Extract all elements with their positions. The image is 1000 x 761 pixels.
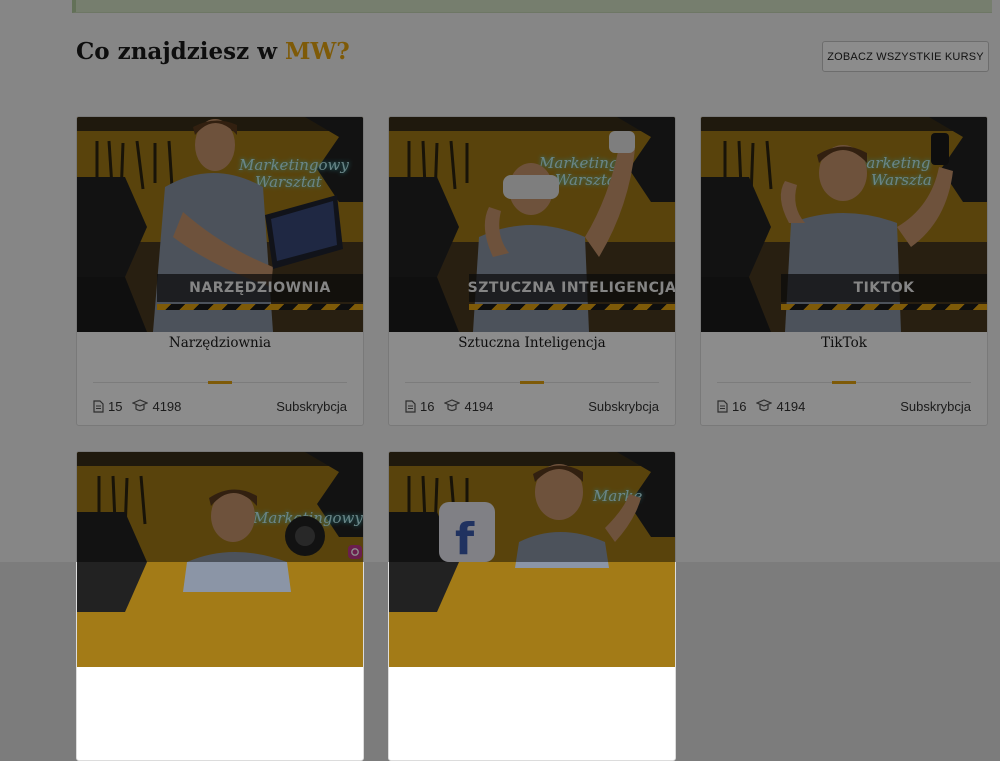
section-heading: Co znajdziesz w MW? xyxy=(76,38,350,65)
graduation-cap-icon xyxy=(132,399,149,412)
course-thumbnail[interactable]: Marketing Warsztat SZTUCZNA INTELIGENCJA xyxy=(389,117,675,332)
students-value: 4198 xyxy=(152,398,182,414)
course-card-tiktok[interactable]: MarketingWarszta TIKTOK TikTok 16 4194 xyxy=(700,116,988,426)
course-thumbnail[interactable]: Marketingowy xyxy=(77,452,363,667)
lessons-count: 16 xyxy=(405,399,434,414)
students-count: 4194 xyxy=(756,399,805,414)
svg-text:f: f xyxy=(455,514,475,565)
laptop-image xyxy=(265,195,343,269)
hazard-stripe xyxy=(157,304,363,310)
lessons-value: 15 xyxy=(108,398,123,414)
course-thumbnail[interactable]: Marketing Warszta TIKTOK xyxy=(701,117,987,332)
access-label: Subskrybcja xyxy=(900,398,971,414)
heading-text: Co znajdziesz w xyxy=(76,38,285,65)
course-card-4[interactable]: Marketingowy xyxy=(76,451,364,761)
students-count: 4198 xyxy=(132,399,181,414)
access-label: Subskrybcja xyxy=(588,398,659,414)
course-meta: 16 4194 Subskrybcja xyxy=(405,397,659,415)
all-courses-button[interactable]: ZOBACZ WSZYSTKIE KURSY xyxy=(822,41,989,72)
lessons-value: 16 xyxy=(420,398,435,414)
document-icon xyxy=(405,399,416,413)
course-thumbnail[interactable]: Marke f xyxy=(389,452,675,667)
course-banner: TIKTOK xyxy=(781,274,987,302)
presenter-photo: f xyxy=(439,464,641,568)
lessons-count: 15 xyxy=(93,399,122,414)
hazard-stripe xyxy=(469,304,675,310)
course-card-sztuczna-inteligencja[interactable]: Marketing Warsztat SZTUCZNA INTELIGENCJA … xyxy=(388,116,676,426)
document-icon xyxy=(93,399,104,413)
course-meta: 15 4198 Subskrybcja xyxy=(93,397,347,415)
card-divider-accent xyxy=(832,381,856,384)
graduation-cap-icon xyxy=(756,399,773,412)
course-title[interactable]: Narzędziownia xyxy=(77,334,363,352)
card-divider-accent xyxy=(208,381,232,384)
course-card-narzedziownia[interactable]: Marketingowy Warsztat NARZĘDZIOWNIA Narzę… xyxy=(76,116,364,426)
document-icon xyxy=(717,399,728,413)
course-title[interactable]: Sztuczna Inteligencja xyxy=(389,334,675,352)
instagram-icon xyxy=(348,545,362,559)
students-value: 4194 xyxy=(464,398,494,414)
lessons-count: 16 xyxy=(717,399,746,414)
students-count: 4194 xyxy=(444,399,493,414)
course-title[interactable]: TikTok xyxy=(701,334,987,352)
lessons-value: 16 xyxy=(732,398,747,414)
presenter-photo xyxy=(183,489,325,592)
course-meta: 16 4194 Subskrybcja xyxy=(717,397,971,415)
card-divider-accent xyxy=(520,381,544,384)
students-value: 4194 xyxy=(776,398,806,414)
notice-band xyxy=(72,0,992,13)
page: Co znajdziesz w MW? ZOBACZ WSZYSTKIE KUR… xyxy=(0,0,1000,761)
access-label: Subskrybcja xyxy=(276,398,347,414)
course-banner: NARZĘDZIOWNIA xyxy=(157,274,363,302)
course-card-5[interactable]: Marke f xyxy=(388,451,676,761)
course-thumbnail[interactable]: Marketingowy Warsztat NARZĘDZIOWNIA xyxy=(77,117,363,332)
heading-accent: MW? xyxy=(285,38,350,65)
hazard-stripe xyxy=(781,304,987,310)
graduation-cap-icon xyxy=(444,399,461,412)
course-banner: SZTUCZNA INTELIGENCJA xyxy=(468,274,675,302)
